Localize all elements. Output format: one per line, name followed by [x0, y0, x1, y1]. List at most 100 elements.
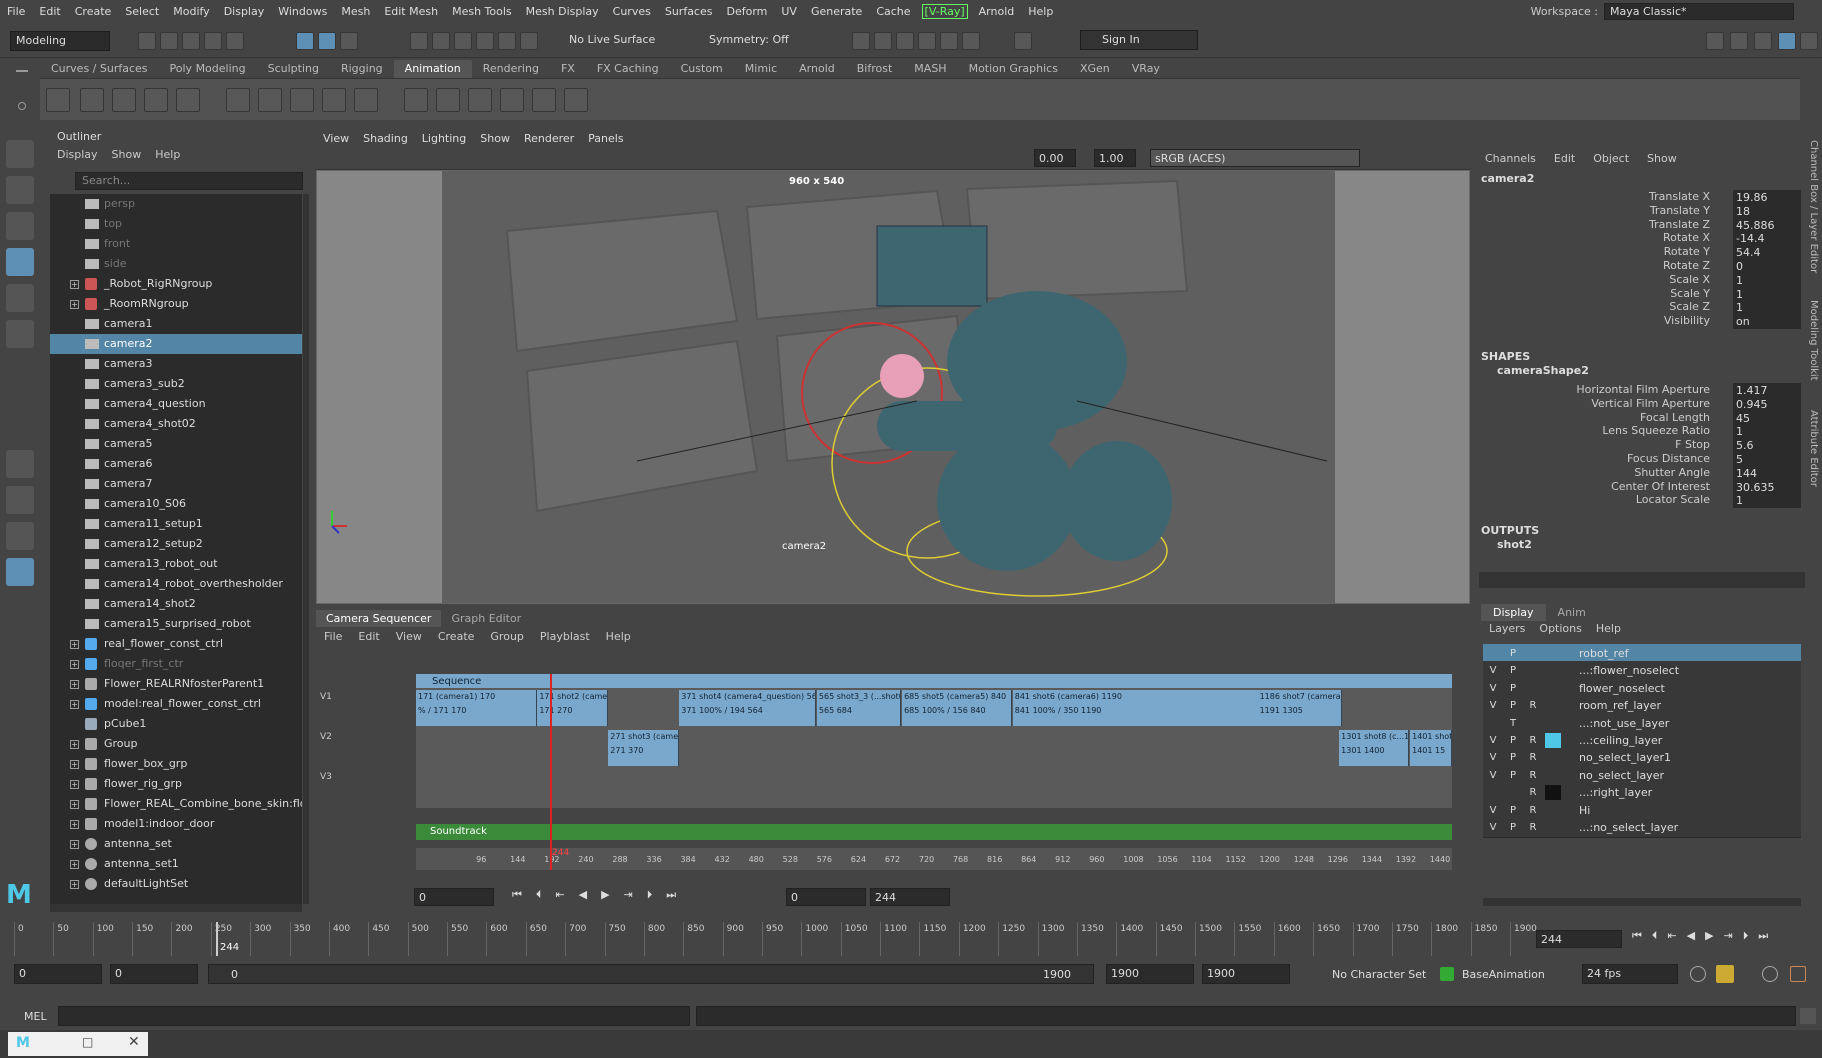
expand-icon[interactable]: + [70, 780, 79, 789]
soundtrack-bar[interactable]: Soundtrack [416, 824, 1452, 840]
snap-vertex-icon[interactable] [520, 32, 538, 50]
workspace-dropdown[interactable]: Maya Classic* [1604, 3, 1794, 20]
animation-prefs-icon[interactable] [1790, 966, 1806, 982]
sequencer-menu-help[interactable]: Help [606, 630, 631, 643]
outliner-item[interactable]: + _Robot_RigRNgroup [50, 274, 302, 294]
shot-clip[interactable]: 171 (camera1) 170 % / 171 170 [416, 690, 537, 726]
pole-vector-icon[interactable] [564, 88, 588, 112]
layer-visibility-toggle[interactable]: V [1485, 733, 1501, 748]
layer-color-swatch[interactable] [1545, 750, 1561, 765]
channel-value[interactable]: 45.886 [1733, 217, 1801, 233]
next-key-icon[interactable]: ⇥ [1724, 929, 1733, 947]
outliner-item[interactable]: pCube1 [50, 714, 302, 734]
pause-icon[interactable] [1014, 32, 1032, 50]
layer-reference-toggle[interactable]: R [1525, 750, 1541, 765]
layer-menu-layers[interactable]: Layers [1489, 622, 1525, 635]
lattice-icon[interactable] [500, 88, 524, 112]
viewport-menu-shading[interactable]: Shading [356, 130, 415, 148]
outliner-search-input[interactable]: Search... [75, 172, 303, 190]
flow-path-icon[interactable] [468, 88, 492, 112]
outliner-item[interactable]: + floqer_first_ctr [50, 654, 302, 674]
viewport-menu-renderer[interactable]: Renderer [517, 130, 581, 148]
layer-tab-display[interactable]: Display [1481, 604, 1546, 621]
playblast-icon[interactable] [176, 88, 200, 112]
next-key-icon[interactable]: ⇥ [624, 888, 633, 906]
sequencer-ruler[interactable]: 9614419224028833638443248052857662467272… [416, 848, 1452, 870]
step-back-icon[interactable]: ⏴ [1652, 929, 1658, 947]
outliner-item[interactable]: front [50, 234, 302, 254]
shelf-tab-rendering[interactable]: Rendering [472, 60, 550, 78]
layer-color-swatch[interactable] [1545, 698, 1561, 713]
live-surface-field[interactable]: No Live Surface [564, 31, 664, 51]
layer-menu-help[interactable]: Help [1596, 622, 1621, 635]
layer-color-swatch[interactable] [1545, 733, 1561, 748]
shelf-tab-custom[interactable]: Custom [670, 60, 734, 78]
ipr-render-icon[interactable] [896, 32, 914, 50]
menu-arnold[interactable]: Arnold [972, 5, 1022, 18]
outliner-scrollbar[interactable] [303, 194, 309, 904]
layer-reference-toggle[interactable] [1525, 681, 1541, 696]
shelf-tab-mimic[interactable]: Mimic [734, 60, 788, 78]
range-end-field[interactable]: 244 [870, 888, 950, 906]
minimized-window[interactable]: M □ ✕ [8, 1032, 148, 1056]
outliner-hscrollbar[interactable] [50, 904, 302, 912]
menu-cache[interactable]: Cache [869, 5, 917, 18]
menu-mesh-tools[interactable]: Mesh Tools [445, 5, 519, 18]
layer-visibility-toggle[interactable]: V [1485, 663, 1501, 678]
shot-clip[interactable]: 841 shot6 (camera6) 1190 841 100% / 350 1… [1012, 690, 1261, 726]
menu-v-ray[interactable]: [V-Ray] [921, 3, 968, 19]
layer-playback-toggle[interactable]: P [1505, 768, 1521, 783]
range-slider-bar[interactable]: 0 1900 [208, 964, 1094, 984]
auto-key-icon[interactable] [1716, 965, 1734, 983]
outliner-item[interactable]: + model1:indoor_door [50, 814, 302, 834]
shelf-tab-poly-modeling[interactable]: Poly Modeling [159, 60, 257, 78]
outliner-item[interactable]: + flower_rig_grp [50, 774, 302, 794]
shelf-tab-bifrost[interactable]: Bifrost [846, 60, 904, 78]
layer-reference-toggle[interactable]: R [1525, 733, 1541, 748]
outliner-item[interactable]: camera4_shot02 [50, 414, 302, 434]
layer-playback-toggle[interactable]: T [1505, 716, 1521, 731]
menuset-dropdown[interactable]: Modeling [10, 31, 110, 51]
menu-mesh[interactable]: Mesh [334, 5, 377, 18]
undo-icon[interactable] [204, 32, 222, 50]
save-scene-icon[interactable] [182, 32, 200, 50]
outliner-layout-icon[interactable] [6, 558, 34, 586]
layer-reference-toggle[interactable]: R [1525, 803, 1541, 818]
sequencer-menu-file[interactable]: File [324, 630, 342, 643]
layer-color-swatch[interactable] [1545, 820, 1561, 835]
two-view-icon[interactable] [6, 522, 34, 550]
set-key-icon[interactable] [46, 88, 70, 112]
channel-row[interactable]: Visibility on [1475, 314, 1810, 330]
menu-select[interactable]: Select [118, 5, 166, 18]
shelf-tab-fx-caching[interactable]: FX Caching [586, 60, 670, 78]
playback-end-field[interactable]: 1900 [1106, 964, 1194, 984]
channelbox-scrollbar[interactable] [1479, 572, 1805, 588]
layer-visibility-toggle[interactable]: V [1485, 768, 1501, 783]
snap-surface-icon[interactable] [498, 32, 516, 50]
character-controls-icon[interactable] [1730, 32, 1748, 50]
sequencer-menu-playblast[interactable]: Playblast [540, 630, 590, 643]
aim-constraint-icon[interactable] [532, 88, 556, 112]
menu-edit-mesh[interactable]: Edit Mesh [377, 5, 445, 18]
restore-icon[interactable]: □ [82, 1035, 93, 1049]
layer-color-swatch[interactable] [1545, 785, 1561, 801]
menu-modify[interactable]: Modify [166, 5, 216, 18]
outliner-item[interactable]: + _RoomRNgroup [50, 294, 302, 314]
joint-tool-icon[interactable] [258, 88, 282, 112]
select-tool-icon[interactable] [6, 140, 34, 168]
sign-in-button[interactable]: Sign In [1080, 30, 1198, 50]
outliner-item[interactable]: camera15_surprised_robot [50, 614, 302, 634]
shot-clip[interactable]: 171 shot2 (camera2) 270171 270 [537, 690, 608, 726]
expand-icon[interactable]: + [70, 860, 79, 869]
expand-icon[interactable]: + [70, 800, 79, 809]
ghost-icon[interactable] [112, 88, 136, 112]
outliner-item[interactable]: camera10_S06 [50, 494, 302, 514]
outliner-item[interactable]: + antenna_set1 [50, 854, 302, 874]
channelbox-menu-show[interactable]: Show [1647, 152, 1677, 165]
shelf-scroll[interactable] [1800, 78, 1812, 120]
sequencer-menu-group[interactable]: Group [490, 630, 524, 643]
menu-create[interactable]: Create [68, 5, 119, 18]
viewport-menu-show[interactable]: Show [473, 130, 517, 148]
viewport-3d[interactable]: 960 x 540 camera2 [316, 170, 1470, 604]
outliner-toggle-icon[interactable] [1800, 32, 1818, 50]
